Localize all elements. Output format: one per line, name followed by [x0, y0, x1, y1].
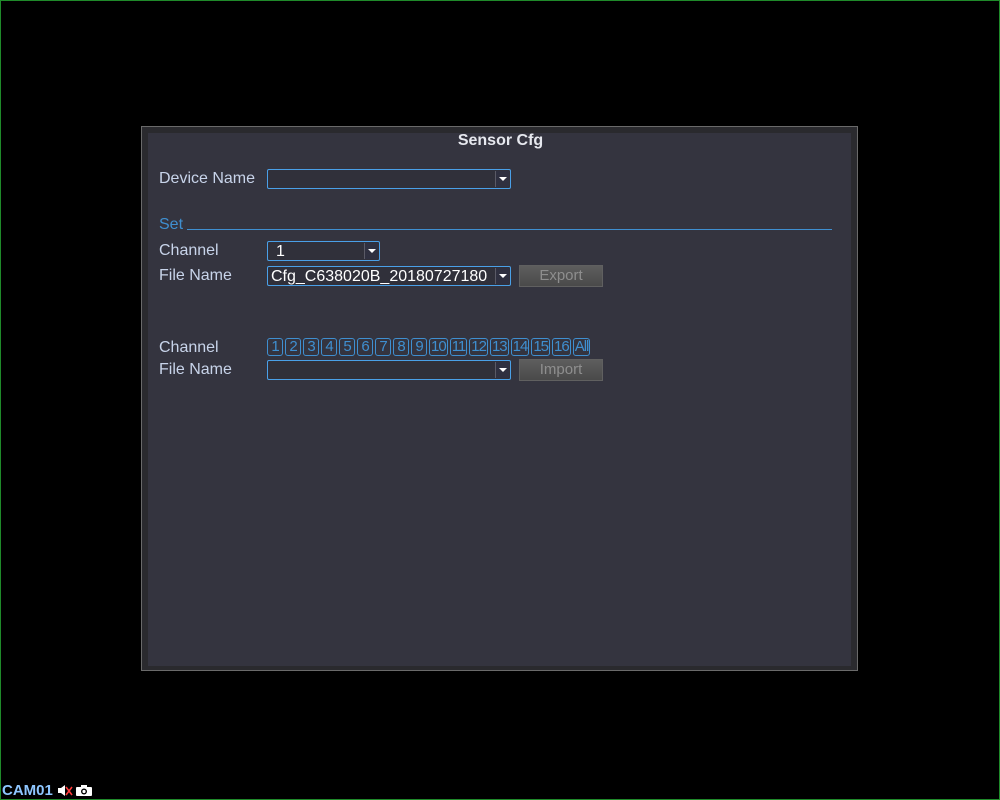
channel-checkbox-2[interactable]: 2 [285, 338, 301, 356]
dialog-body [148, 133, 851, 666]
channel-checkbox-1[interactable]: 1 [267, 338, 283, 356]
chevron-down-icon[interactable] [495, 362, 509, 378]
export-button[interactable]: Export [519, 265, 603, 287]
set-section-label: Set [159, 216, 184, 233]
set-channel-select[interactable]: 1 [267, 241, 380, 261]
channel-checkbox-7[interactable]: 7 [375, 338, 391, 356]
channel-checkbox-11[interactable]: 11 [449, 338, 468, 356]
channel-checkbox-8[interactable]: 8 [393, 338, 409, 356]
channel-checkbox-13[interactable]: 13 [489, 338, 509, 356]
channel-checkbox-4[interactable]: 4 [321, 338, 337, 356]
channel-checkbox-9[interactable]: 9 [411, 338, 427, 356]
camera-icon [75, 785, 92, 796]
channel-checkbox-group: 1 2 3 4 5 6 7 8 9 10 11 12 13 14 15 16 A… [267, 338, 592, 356]
channel-checkbox-3[interactable]: 3 [303, 338, 319, 356]
camera-label: CAM01 [2, 782, 53, 799]
mute-icon [57, 785, 73, 796]
import-button[interactable]: Import [519, 359, 603, 381]
channel-checkbox-14[interactable]: 14 [510, 338, 530, 356]
chevron-down-icon[interactable] [495, 268, 509, 284]
set-file-name-value: Cfg_C638020B_20180727180 [271, 268, 488, 285]
set-channel-label: Channel [159, 242, 219, 259]
status-bar: CAM01 [2, 782, 93, 799]
channel-checkbox-6[interactable]: 6 [357, 338, 373, 356]
import-file-name-label: File Name [159, 361, 232, 378]
channel-checkbox-12[interactable]: 12 [469, 338, 488, 356]
set-section-divider [187, 229, 832, 230]
set-file-name-select[interactable]: Cfg_C638020B_20180727180 [267, 266, 511, 286]
channel-checkbox-10[interactable]: 10 [429, 338, 448, 356]
channel-checkbox-all[interactable]: All [572, 338, 591, 356]
channel-checkbox-15[interactable]: 15 [531, 338, 551, 356]
set-file-name-label: File Name [159, 267, 232, 284]
channel-checkbox-16[interactable]: 16 [552, 338, 571, 356]
import-file-name-select[interactable] [267, 360, 511, 380]
set-channel-value: 1 [276, 243, 285, 260]
chevron-down-icon[interactable] [495, 171, 509, 187]
device-name-label: Device Name [159, 170, 256, 187]
import-channel-label: Channel [159, 339, 219, 356]
dialog-title: Sensor Cfg [457, 132, 544, 149]
channel-checkbox-5[interactable]: 5 [339, 338, 355, 356]
sensor-cfg-dialog: Sensor Cfg [141, 126, 858, 671]
chevron-down-icon[interactable] [364, 243, 378, 259]
device-name-select[interactable] [267, 169, 511, 189]
